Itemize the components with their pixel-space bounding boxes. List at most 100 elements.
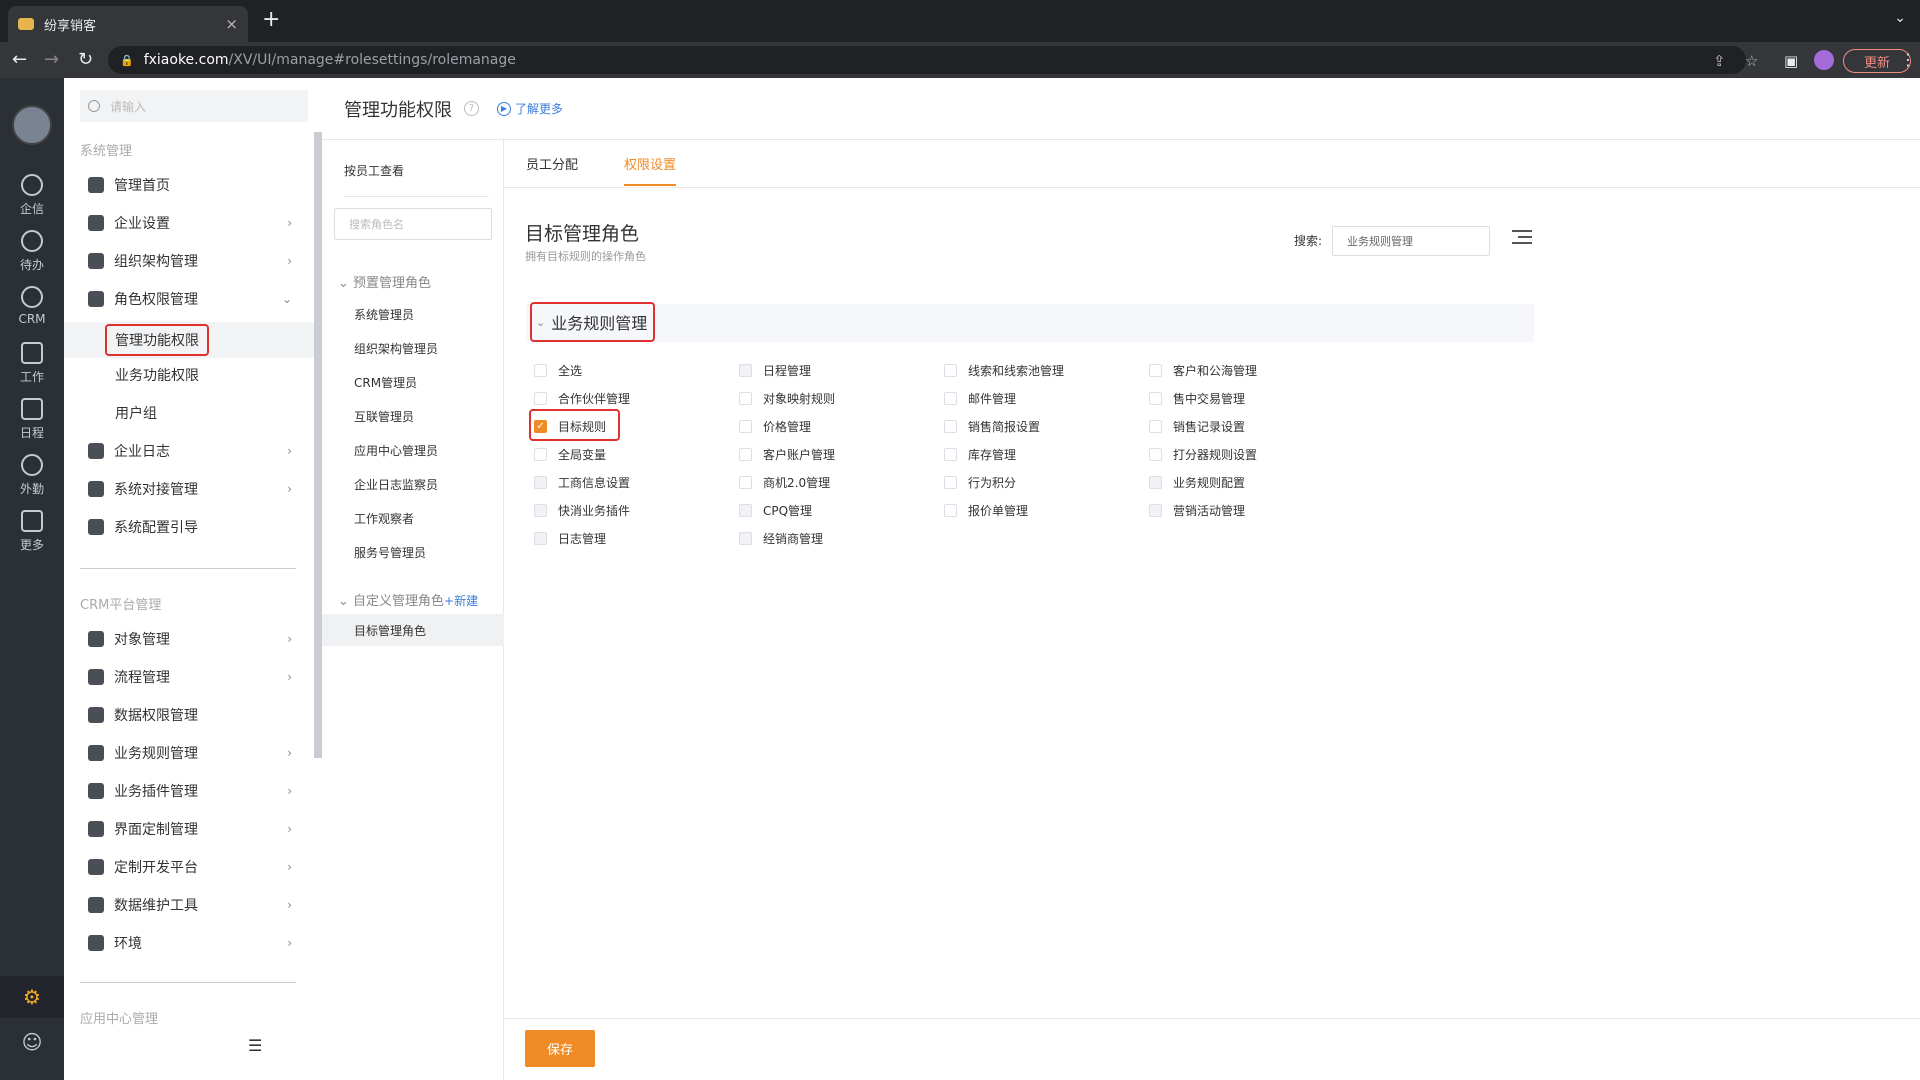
collapse-menu-icon[interactable]: ☰	[248, 1036, 262, 1055]
role-item[interactable]: CRM管理员	[322, 366, 504, 398]
permission-checkbox[interactable]: 线索和线索池管理	[944, 359, 1064, 381]
close-tab-icon[interactable]: ×	[225, 15, 238, 33]
checkbox-icon[interactable]	[739, 391, 752, 405]
tab-permission-settings[interactable]: 权限设置	[624, 154, 677, 186]
tab-search-chevron-icon[interactable]: ⌄	[1894, 10, 1906, 26]
user-settings-icon[interactable]: ☺	[0, 1030, 64, 1054]
permission-checkbox[interactable]: 邮件管理	[944, 387, 1016, 409]
checkbox-icon[interactable]	[534, 503, 547, 517]
permission-checkbox[interactable]: 销售记录设置	[1149, 415, 1245, 437]
checkbox-icon[interactable]	[534, 447, 547, 461]
checkbox-icon[interactable]	[1149, 447, 1162, 461]
browser-tab[interactable]: 纷享销客 ×	[8, 6, 248, 42]
menu-item-data-permissions[interactable]: 数据权限管理	[64, 700, 314, 730]
checkbox-icon[interactable]	[944, 475, 957, 489]
checkbox-icon[interactable]	[1149, 419, 1162, 433]
menu-item-admin-home[interactable]: 管理首页	[64, 170, 314, 200]
rail-item-calendar[interactable]: 日程	[0, 398, 64, 441]
checkbox-icon[interactable]	[739, 447, 752, 461]
submenu-user-groups[interactable]: 用户组	[64, 398, 314, 428]
role-item[interactable]: 互联管理员	[322, 400, 504, 432]
permission-checkbox[interactable]: 对象映射规则	[739, 387, 835, 409]
submenu-admin-function-permissions[interactable]: 管理功能权限	[64, 322, 314, 358]
rail-item-todo[interactable]: 待办	[0, 230, 64, 273]
checkbox-icon[interactable]	[739, 419, 752, 433]
permission-checkbox[interactable]: 报价单管理	[944, 499, 1028, 521]
role-item[interactable]: 工作观察者	[322, 502, 504, 534]
side-panel-icon[interactable]: ▣	[1784, 52, 1798, 70]
reload-icon[interactable]: ↻	[78, 48, 93, 72]
permission-checkbox[interactable]: 合作伙伴管理	[534, 387, 630, 409]
checkbox-icon[interactable]	[739, 475, 752, 489]
browser-menu-icon[interactable]: ⋮	[1900, 50, 1916, 69]
checkbox-icon[interactable]	[944, 391, 957, 405]
rail-item-field[interactable]: 外勤	[0, 454, 64, 497]
permission-checkbox[interactable]: 快消业务插件	[534, 499, 630, 521]
menu-item-environment[interactable]: 环境 ›	[64, 928, 314, 958]
permission-checkbox[interactable]: 客户和公海管理	[1149, 359, 1257, 381]
rail-item-work[interactable]: 工作	[0, 342, 64, 385]
role-item[interactable]: 服务号管理员	[322, 536, 504, 568]
checkbox-icon[interactable]	[1149, 363, 1162, 377]
menu-item-data-maintenance[interactable]: 数据维护工具 ›	[64, 890, 314, 920]
permission-checkbox[interactable]: 行为积分	[944, 471, 1016, 493]
permission-checkbox[interactable]: 库存管理	[944, 443, 1016, 465]
submenu-business-function-permissions[interactable]: 业务功能权限	[64, 360, 314, 390]
permission-search-input[interactable]: 业务规则管理	[1332, 226, 1490, 256]
checkbox-icon[interactable]	[944, 447, 957, 461]
checkbox-icon[interactable]	[534, 531, 547, 545]
checkbox-icon[interactable]	[534, 391, 547, 405]
permission-checkbox[interactable]: 全选	[534, 359, 582, 381]
menu-item-process-management[interactable]: 流程管理 ›	[64, 662, 314, 692]
checkbox-icon[interactable]	[1149, 391, 1162, 405]
menu-scrollbar[interactable]	[314, 132, 322, 758]
permission-checkbox[interactable]: 日志管理	[534, 527, 606, 549]
permission-checkbox[interactable]: 全局变量	[534, 443, 606, 465]
rail-item-more[interactable]: 更多	[0, 510, 64, 553]
permission-checkbox[interactable]: 售中交易管理	[1149, 387, 1245, 409]
checkbox-icon[interactable]	[534, 363, 547, 377]
permission-checkbox[interactable]: 营销活动管理	[1149, 499, 1245, 521]
permission-checkbox[interactable]: 经销商管理	[739, 527, 823, 549]
back-icon[interactable]: ←	[12, 48, 27, 72]
checkbox-icon[interactable]	[944, 419, 957, 433]
checkbox-icon[interactable]	[739, 503, 752, 517]
permission-checkbox[interactable]: CPQ管理	[739, 499, 812, 521]
save-button[interactable]: 保存	[525, 1030, 595, 1067]
profile-avatar[interactable]	[1814, 50, 1834, 70]
section-toggle-business-rules[interactable]: ⌄ 业务规则管理	[530, 302, 656, 342]
role-item[interactable]: 系统管理员	[322, 298, 504, 330]
menu-item-business-plugins[interactable]: 业务插件管理 ›	[64, 776, 314, 806]
bookmark-star-icon[interactable]: ☆	[1745, 52, 1758, 70]
menu-search-input[interactable]: 请输入	[80, 90, 308, 122]
view-by-employee-link[interactable]: 按员工查看	[344, 162, 404, 179]
menu-item-system-integration[interactable]: 系统对接管理 ›	[64, 474, 314, 504]
menu-item-dev-platform[interactable]: 定制开发平台 ›	[64, 852, 314, 882]
rail-item-chat[interactable]: 企信	[0, 174, 64, 217]
menu-item-ui-customization[interactable]: 界面定制管理 ›	[64, 814, 314, 844]
rail-item-crm[interactable]: CRM	[0, 286, 64, 326]
role-item-selected[interactable]: 目标管理角色	[322, 614, 504, 646]
checkbox-icon[interactable]	[944, 503, 957, 517]
learn-more-link[interactable]: ▶ 了解更多	[497, 100, 563, 117]
menu-item-role-permissions[interactable]: 角色权限管理 ⌄	[64, 284, 314, 314]
checkbox-icon[interactable]	[534, 475, 547, 489]
permission-checkbox[interactable]: 业务规则配置	[1149, 471, 1245, 493]
checkbox-icon[interactable]	[739, 531, 752, 545]
role-item[interactable]: 组织架构管理员	[322, 332, 504, 364]
permission-checkbox[interactable]: 销售简报设置	[944, 415, 1040, 437]
checkbox-icon[interactable]	[1149, 503, 1162, 517]
checkbox-icon[interactable]	[1149, 475, 1162, 489]
tab-employee-assignment[interactable]: 员工分配	[526, 154, 578, 173]
settings-gear-icon[interactable]: ⚙	[0, 976, 64, 1018]
permission-checkbox[interactable]: 客户账户管理	[739, 443, 835, 465]
menu-item-business-rules[interactable]: 业务规则管理 ›	[64, 738, 314, 768]
menu-item-company-log[interactable]: 企业日志 ›	[64, 436, 314, 466]
url-field[interactable]: 🔒 fxiaoke.com/XV/UI/manage#rolesettings/…	[108, 46, 1746, 74]
menu-item-object-management[interactable]: 对象管理 ›	[64, 624, 314, 654]
menu-item-company-settings[interactable]: 企业设置 ›	[64, 208, 314, 238]
checkbox-icon[interactable]	[944, 363, 957, 377]
help-icon[interactable]: ?	[464, 101, 479, 116]
permission-checkbox[interactable]: 价格管理	[739, 415, 811, 437]
share-icon[interactable]: ⇪	[1713, 52, 1726, 70]
